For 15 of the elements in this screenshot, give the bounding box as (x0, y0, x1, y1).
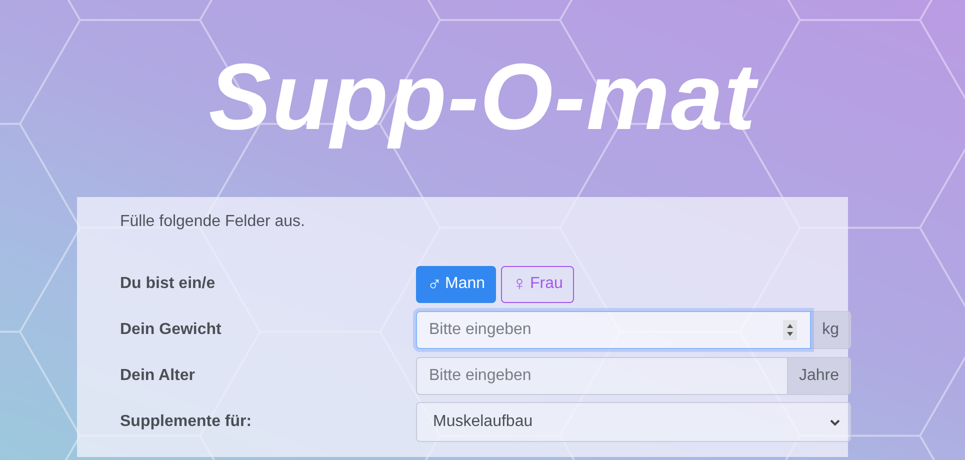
number-input-field[interactable]: Bitte eingeben (416, 311, 812, 349)
field-label: Dein Gewicht (120, 321, 222, 339)
field-label: Du bist ein/e (120, 275, 216, 293)
unit-label: Jahre (788, 357, 851, 395)
gender-option-button[interactable]: ♂Mann (416, 266, 496, 302)
unit-label: kg (811, 311, 851, 349)
spinner-icon[interactable] (783, 320, 798, 340)
chevron-down-icon (830, 418, 840, 426)
select-dropdown[interactable]: Muskelaufbau (416, 402, 851, 442)
number-input-field[interactable]: Bitte eingeben (416, 357, 788, 395)
field-label: Dein Alter (120, 367, 196, 385)
intro-text: Fülle folgende Felder aus. (120, 213, 306, 231)
app-title: Supp-O-mat (208, 50, 756, 151)
gender-option-button[interactable]: ♀Frau (501, 266, 574, 302)
field-label: Supplemente für: (120, 413, 253, 431)
